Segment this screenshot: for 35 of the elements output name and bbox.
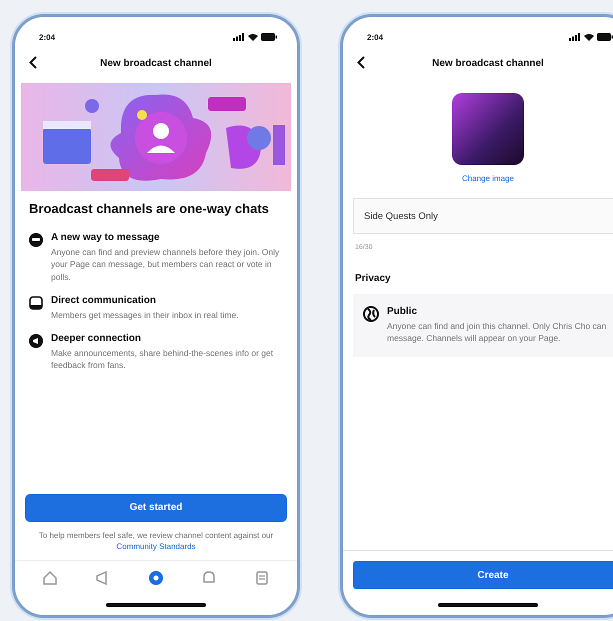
- menu-icon: [256, 571, 268, 585]
- bell-icon: [203, 571, 215, 583]
- wifi-icon: [248, 33, 258, 41]
- feature-description: Anyone can find and preview channels before they join. Only your Page can message, but members can react or vote in polls.: [51, 246, 280, 283]
- house-icon: [42, 570, 56, 585]
- battery-icon: [597, 33, 613, 41]
- photo-placeholder: [452, 93, 524, 165]
- feature-title: A new way to message: [51, 232, 161, 243]
- signal-icon: [569, 33, 581, 41]
- change-image-link[interactable]: Change image: [456, 173, 520, 184]
- inbox-icon: [29, 296, 43, 310]
- feature-description: Members get messages in their inbox in real time.: [51, 308, 239, 322]
- get-started-button[interactable]: Get started: [25, 494, 287, 522]
- signal-icon: [233, 33, 245, 41]
- footer-notice: To help members feel safe, we review channel content against our Community Standards: [38, 530, 274, 553]
- privacy-option[interactable]: Public Anyone can find and join this channel. Only Chris Cho can message. Channels will appear on your Page.: [353, 294, 613, 357]
- wifi-icon: [584, 33, 594, 41]
- battery-icon: [261, 33, 277, 41]
- status-time: 2:04: [367, 32, 384, 42]
- feature-description: Make announcements, share behind-the-scenes info or get feedback from fans.: [51, 347, 274, 372]
- chat-circle-icon: [148, 571, 163, 585]
- privacy-label: Privacy: [355, 273, 392, 284]
- channel-name-field[interactable]: Side Quests Only: [353, 198, 613, 234]
- option-title: Public: [387, 306, 418, 317]
- screen-title: New broadcast channel: [432, 58, 544, 68]
- megaphone-icon: [96, 570, 107, 586]
- feature-title: Deeper connection: [51, 333, 142, 344]
- create-button[interactable]: Create: [353, 561, 613, 589]
- intro-heading: Broadcast channels are one-way chats: [29, 201, 270, 218]
- megaphone-icon: [29, 334, 43, 348]
- community-standards-link[interactable]: Community Standards: [116, 542, 196, 551]
- status-time: 2:04: [39, 32, 56, 42]
- feature-title: Direct communication: [51, 294, 158, 306]
- option-description: Anyone can find and join this channel. Only Chris Cho can message. Channels will appear on your Page.: [387, 320, 608, 345]
- screen-title: New broadcast channel: [100, 58, 212, 68]
